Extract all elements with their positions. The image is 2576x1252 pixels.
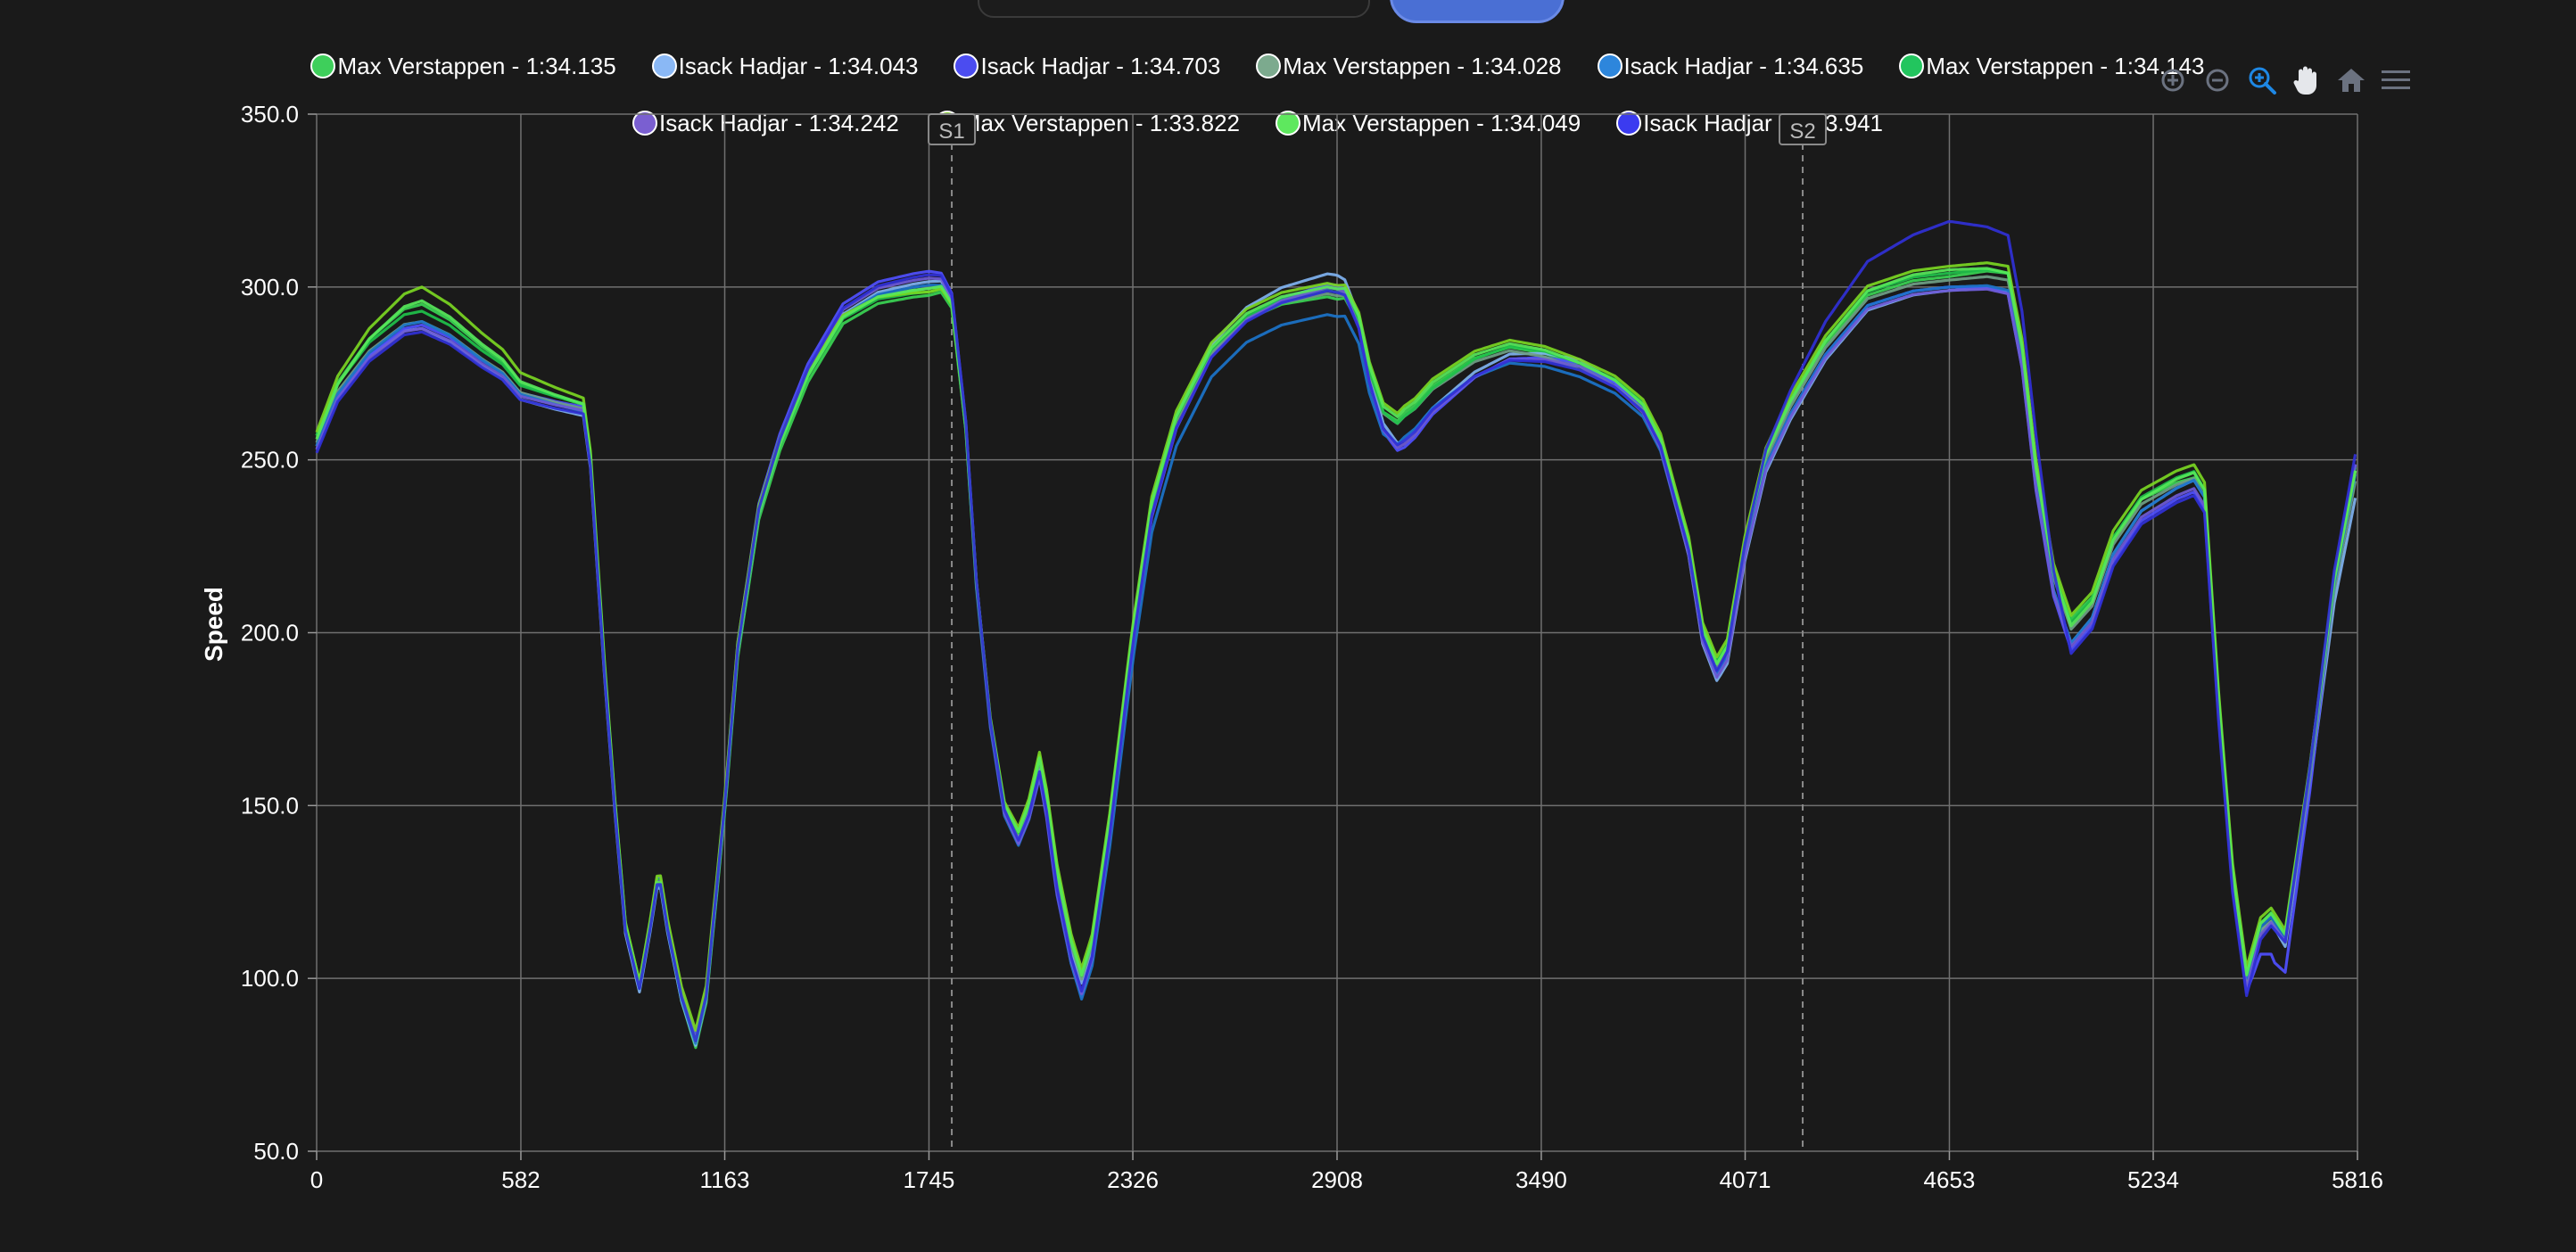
y-axis: 50.0 100.0 150.0 200.0 250.0 300.0 350.0 [241,101,317,1165]
x-tick-label: 3490 [1515,1166,1567,1193]
sector-label: S2 [1789,119,1815,144]
y-tick-label: 150.0 [241,792,299,819]
series-line [315,284,2357,1045]
y-tick-label: 200.0 [241,620,299,647]
sector-label: S1 [938,119,964,144]
y-tick-label: 250.0 [241,447,299,474]
series-lines [315,220,2357,1050]
x-tick-label: 0 [310,1166,323,1193]
series-line [315,220,2357,1043]
y-tick-label: 350.0 [241,101,299,128]
series-line [315,275,2357,1043]
series-line [315,276,2357,1041]
y-tick-label: 100.0 [241,965,299,992]
series-line [315,272,2357,1047]
x-tick-label: 1745 [904,1166,955,1193]
x-tick-label: 2908 [1311,1166,1363,1193]
x-tick-label: 4653 [1924,1166,1976,1193]
x-tick-label: 5816 [2332,1166,2383,1193]
series-line [315,269,2357,1050]
x-tick-label: 1163 [700,1166,750,1193]
speed-line-chart: S1 S2 0 582 1163 1745 2326 2908 3490 4071 4653 523… [241,101,2383,1193]
y-tick-label: 50.0 [253,1138,299,1165]
y-tick-label: 300.0 [241,274,299,301]
series-line [315,267,2357,1043]
x-tick-label: 582 [501,1166,540,1193]
x-tick-label: 5234 [2127,1166,2179,1193]
series-line [315,269,2357,1037]
x-tick-label: 4071 [1720,1166,1771,1193]
x-axis: 0 582 1163 1745 2326 2908 3490 4071 4653 5234 5816 [310,1151,2383,1193]
grid [316,113,2358,1152]
series-line [315,268,2357,1042]
x-tick-label: 2326 [1107,1166,1159,1193]
